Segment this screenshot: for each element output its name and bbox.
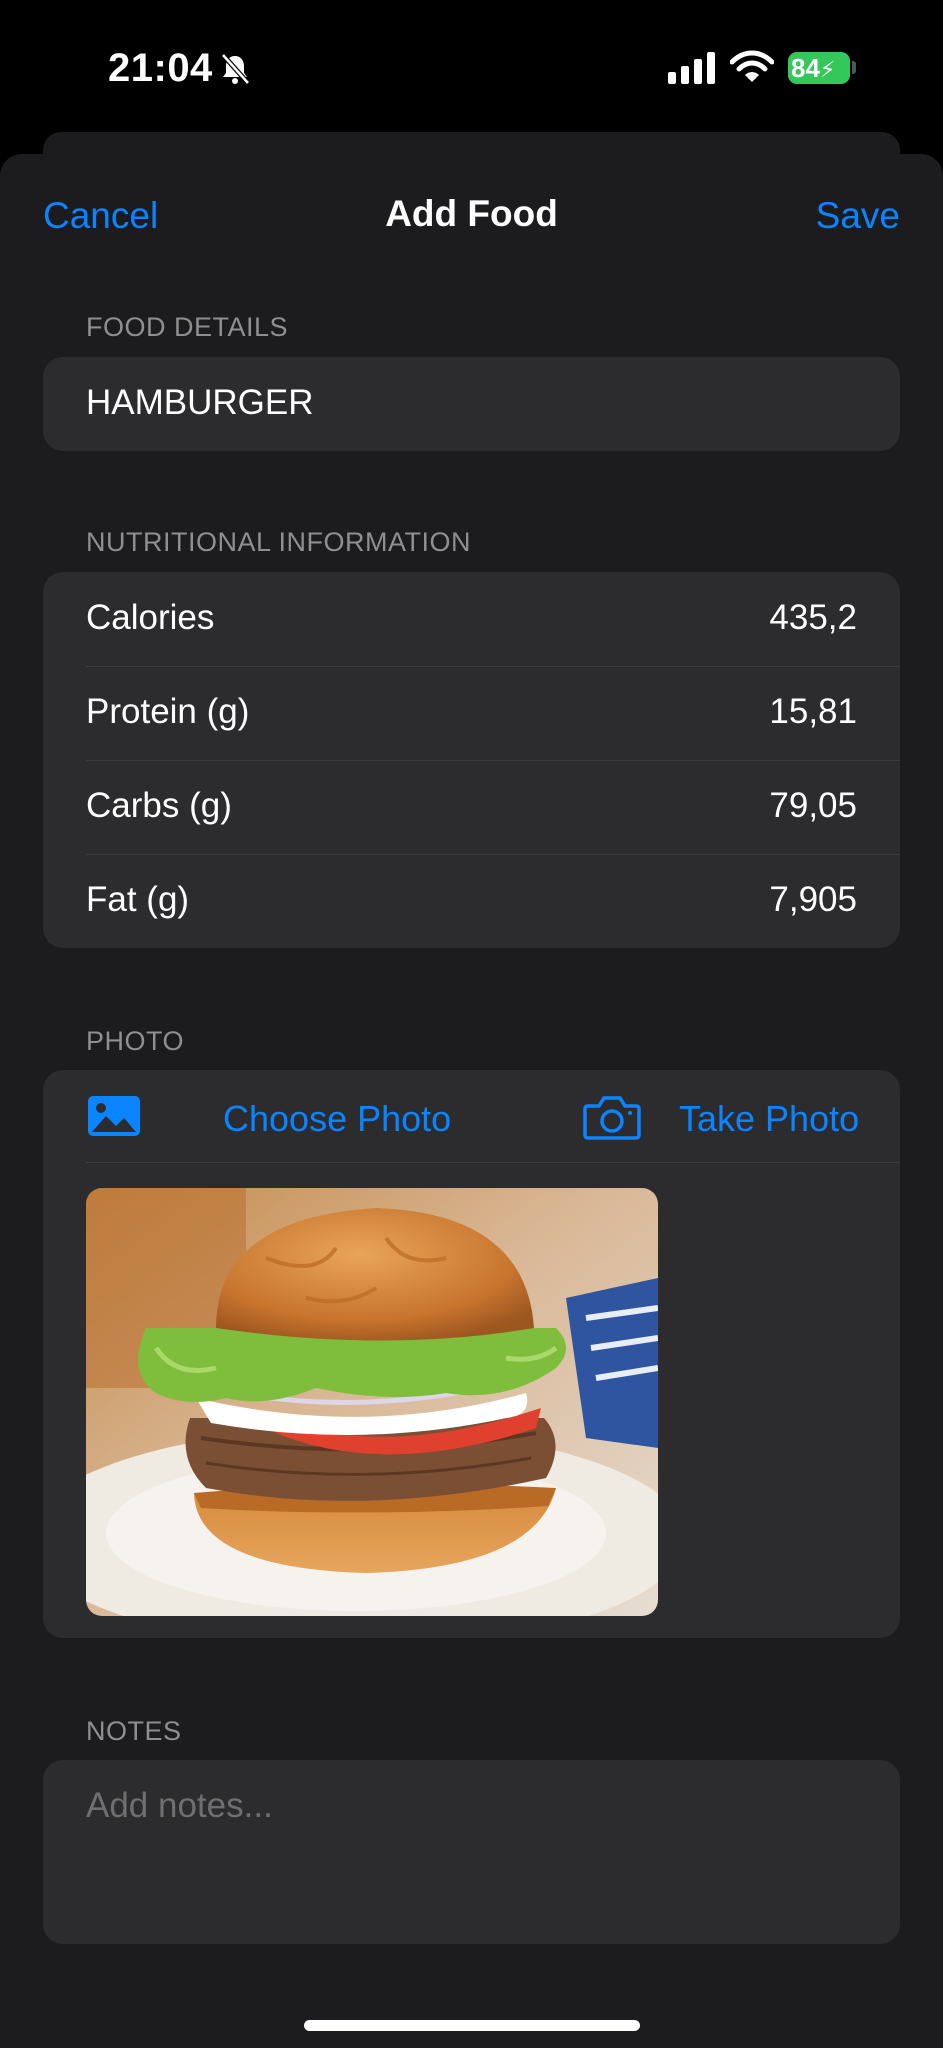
food-photo[interactable] (86, 1188, 658, 1616)
notes-header: NOTES (86, 1716, 182, 1746)
nutrition-value[interactable]: 79,05 (769, 786, 857, 826)
food-name-value: HAMBURGER (86, 383, 314, 422)
wifi-icon (729, 50, 775, 89)
photo-card: Choose Photo Take Photo (43, 1070, 900, 1638)
choose-photo-label: Choose Photo (223, 1098, 452, 1139)
nutrition-row-carbs[interactable]: Carbs (g) 79,05 (43, 760, 900, 854)
nutrition-value[interactable]: 15,81 (769, 692, 857, 732)
bell-slash-icon (218, 52, 252, 86)
notes-field[interactable]: Add notes... (43, 1760, 900, 1944)
home-indicator[interactable] (304, 2020, 640, 2031)
camera-icon (583, 1094, 641, 1145)
nutrition-card: Calories 435,2 Protein (g) 15,81 Carbs (… (43, 572, 900, 948)
nutrition-value[interactable]: 435,2 (769, 598, 857, 638)
charging-bolt-icon: ⚡ (819, 57, 836, 82)
photo-header: PHOTO (86, 1026, 185, 1056)
divider (86, 1162, 900, 1163)
battery-nub (852, 61, 856, 74)
nutrition-label: Carbs (g) (86, 786, 232, 825)
nutrition-value[interactable]: 7,905 (769, 880, 857, 920)
battery-indicator: 84⚡ (788, 52, 850, 84)
nutrition-label: Fat (g) (86, 880, 190, 919)
food-name-field[interactable]: HAMBURGER (43, 357, 900, 451)
notes-placeholder: Add notes... (86, 1786, 273, 1825)
nutrition-row-protein[interactable]: Protein (g) 15,81 (43, 666, 900, 760)
save-button[interactable]: Save (816, 195, 900, 237)
food-details-header: FOOD DETAILS (86, 312, 289, 342)
nutrition-row-fat[interactable]: Fat (g) 7,905 (43, 854, 900, 948)
take-photo-label: Take Photo (679, 1098, 860, 1139)
choose-photo-button[interactable]: Choose Photo (86, 1094, 451, 1154)
status-bar: 21:04 84⚡ (0, 0, 943, 140)
page-title: Add Food (385, 193, 558, 234)
nutrition-label: Calories (86, 598, 215, 637)
battery-level: 84 (791, 53, 820, 83)
status-time: 21:04 (108, 46, 213, 90)
nutrition-label: Protein (g) (86, 692, 250, 731)
take-photo-button[interactable]: Take Photo (583, 1094, 860, 1154)
nutrition-row-calories[interactable]: Calories 435,2 (43, 572, 900, 666)
cellular-signal-icon (668, 52, 716, 89)
nutrition-header: NUTRITIONAL INFORMATION (86, 527, 471, 557)
photo-icon (86, 1094, 142, 1143)
